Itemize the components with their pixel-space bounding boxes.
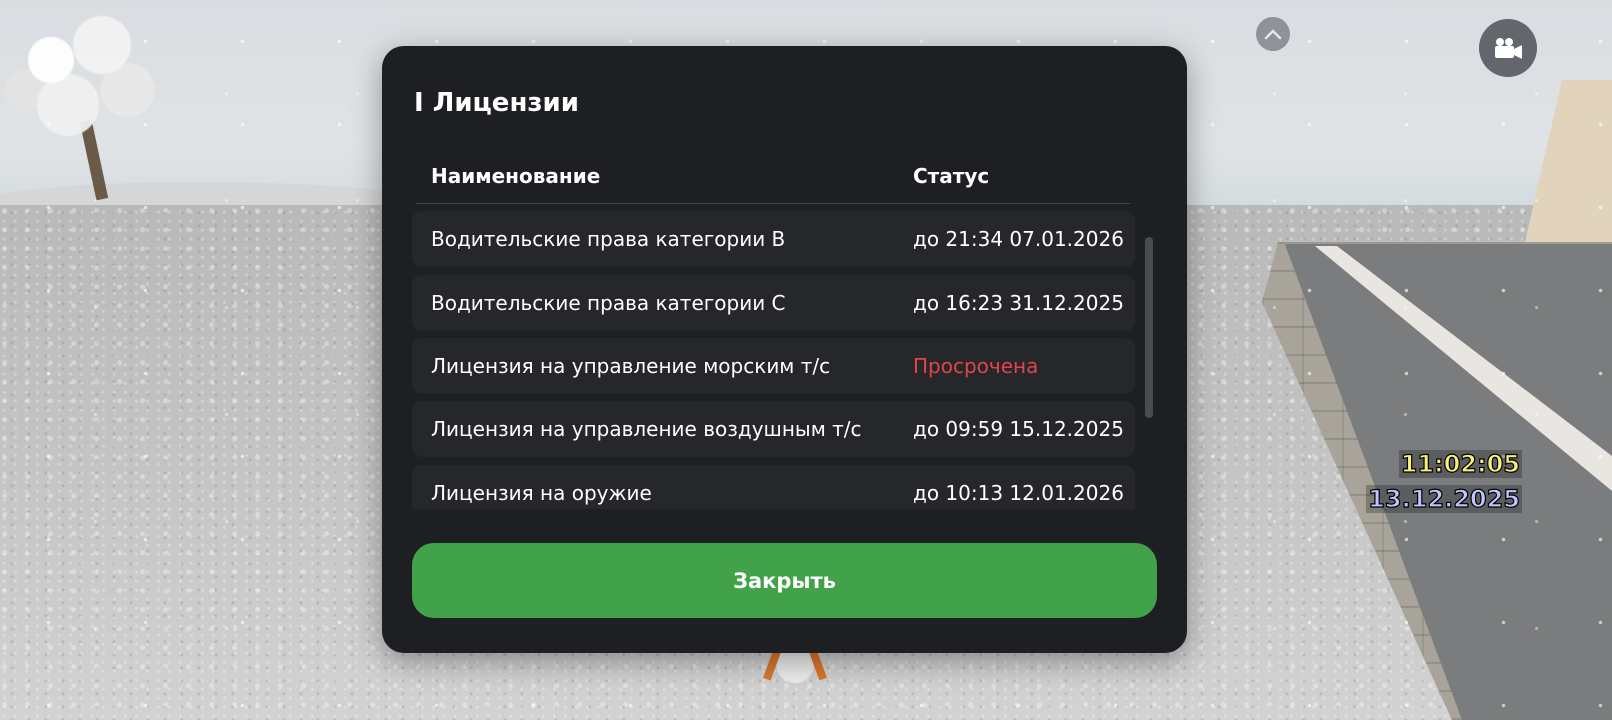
camera-button[interactable]: [1479, 19, 1537, 77]
license-name: Лицензия на управление морским т/с: [431, 354, 831, 378]
license-status: до 09:59 15.12.2025: [913, 417, 1124, 441]
table-row[interactable]: Лицензия на оружие до 10:13 12.01.2026: [412, 465, 1135, 509]
license-status: до 10:13 12.01.2026: [913, 481, 1124, 505]
list-scrollbar[interactable]: [1145, 237, 1153, 418]
close-button[interactable]: Закрыть: [412, 543, 1157, 618]
table-row[interactable]: Водительские права категории C до 16:23 …: [412, 275, 1135, 331]
license-name: Лицензия на управление воздушным т/с: [431, 417, 862, 441]
table-header: Наименование Статус: [416, 160, 1130, 204]
table-row[interactable]: Лицензия на управление воздушным т/с до …: [412, 401, 1135, 457]
license-status: до 16:23 31.12.2025: [913, 291, 1124, 315]
hud-collapse-button[interactable]: [1256, 17, 1290, 51]
chevron-up-icon: [1264, 29, 1282, 40]
license-name: Лицензия на оружие: [431, 481, 652, 505]
hud-clock-date: 13.12.2025: [1366, 484, 1522, 514]
license-status: до 21:34 07.01.2026: [913, 227, 1124, 251]
dialog-title: I Лицензии: [414, 88, 579, 118]
camera-icon: [1495, 38, 1522, 59]
license-name: Водительские права категории B: [431, 227, 786, 251]
column-header-status: Статус: [913, 164, 990, 188]
license-status-expired: Просрочена: [913, 354, 1039, 378]
table-row[interactable]: Водительские права категории B до 21:34 …: [412, 211, 1135, 267]
licenses-list[interactable]: Водительские права категории B до 21:34 …: [412, 209, 1136, 509]
column-header-name: Наименование: [431, 164, 601, 188]
licenses-dialog: I Лицензии Наименование Статус Водительс…: [382, 46, 1187, 653]
hud-clock-time: 11:02:05: [1398, 449, 1522, 479]
license-name: Водительские права категории C: [431, 291, 786, 315]
table-row[interactable]: Лицензия на управление морским т/с Проср…: [412, 338, 1135, 394]
